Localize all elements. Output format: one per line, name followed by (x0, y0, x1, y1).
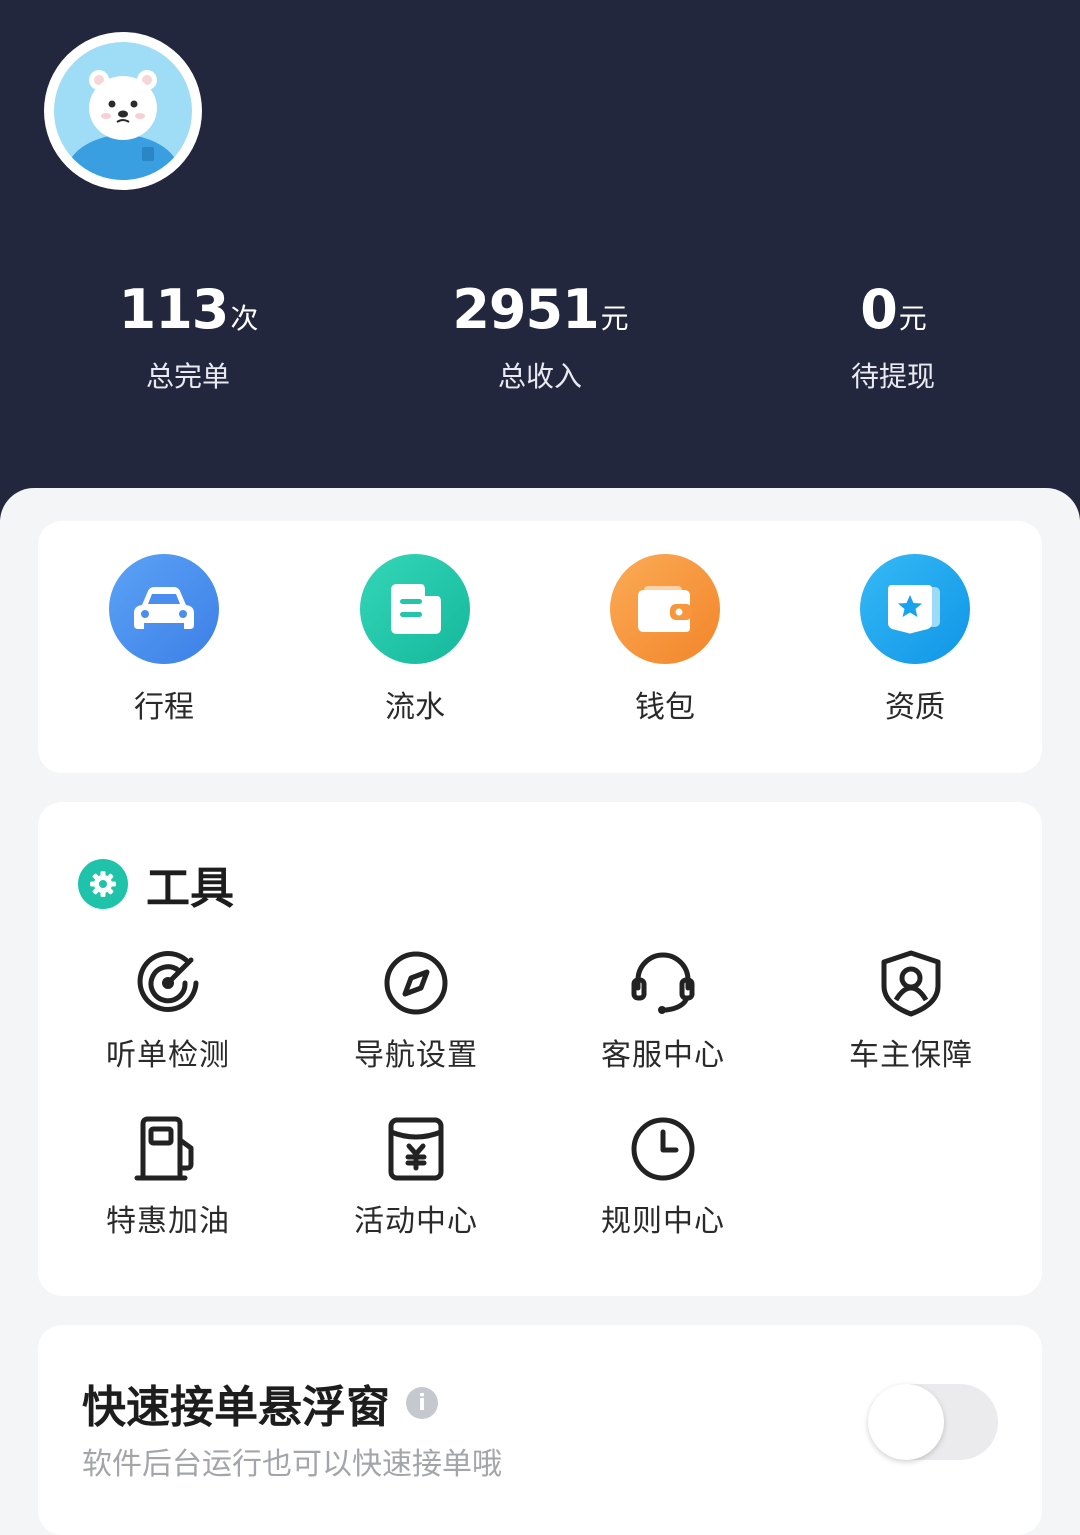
toggle-knob (868, 1384, 944, 1460)
tool-rules-center[interactable]: 规则中心 (553, 1114, 773, 1242)
floating-window-card: 快速接单悬浮窗 i 软件后台运行也可以快速接单哦 (38, 1325, 1042, 1535)
tool-label: 规则中心 (601, 1204, 725, 1239)
floating-window-toggle[interactable] (868, 1384, 998, 1460)
floating-window-title: 快速接单悬浮窗 (82, 1382, 390, 1433)
stat-label: 总收入 (497, 360, 582, 393)
stat-pending-withdrawal[interactable]: 0元 待提现 (743, 278, 1043, 397)
quick-action-label: 行程 (134, 690, 194, 725)
fuel-pump-icon (133, 1114, 203, 1184)
quick-action-wallet[interactable]: 钱包 (565, 554, 765, 728)
car-icon (109, 554, 219, 664)
bear-avatar-icon (54, 42, 192, 180)
quick-action-trips[interactable]: 行程 (64, 554, 264, 728)
stat-unit: 元 (898, 302, 927, 335)
tools-header: 工具 (78, 852, 234, 916)
stat-value: 0元 (860, 278, 927, 341)
tool-navigation-settings[interactable]: 导航设置 (306, 948, 526, 1076)
info-icon[interactable]: i (406, 1387, 438, 1419)
quick-action-label: 流水 (385, 690, 445, 725)
tool-label: 车主保障 (849, 1038, 973, 1073)
tool-label: 听单检测 (106, 1038, 230, 1073)
stat-label: 总完单 (145, 360, 230, 393)
stat-value: 113次 (118, 278, 259, 341)
tool-label: 导航设置 (354, 1038, 478, 1073)
floating-window-subtitle: 软件后台运行也可以快速接单哦 (82, 1447, 502, 1482)
tools-card: 工具 听单检测 导航设置 客服中心 车主保障 特惠加油 活动中心 规则中心 (38, 802, 1042, 1296)
tool-label: 特惠加油 (106, 1204, 230, 1239)
wallet-icon (610, 554, 720, 664)
document-icon (360, 554, 470, 664)
headset-icon (628, 948, 698, 1018)
stat-unit: 次 (230, 302, 258, 335)
stat-unit: 元 (600, 302, 629, 335)
stat-label: 待提现 (850, 360, 935, 393)
tool-customer-service[interactable]: 客服中心 (553, 948, 773, 1076)
clock-icon (628, 1114, 698, 1184)
tools-title: 工具 (146, 863, 234, 914)
quick-action-label: 资质 (885, 690, 945, 725)
avatar[interactable] (44, 32, 202, 190)
radar-icon (133, 948, 203, 1018)
tool-order-listening-check[interactable]: 听单检测 (58, 948, 278, 1076)
profile-header: 113次 总完单 2951元 总收入 0元 待提现 (0, 0, 1080, 520)
quick-action-flow[interactable]: 流水 (315, 554, 515, 728)
compass-icon (381, 948, 451, 1018)
quick-actions-card: 行程 流水 钱包 资质 (38, 521, 1042, 773)
stat-completed-orders[interactable]: 113次 总完单 (38, 278, 338, 397)
tool-event-center[interactable]: 活动中心 (306, 1114, 526, 1242)
tool-label: 活动中心 (354, 1204, 478, 1239)
tool-label: 客服中心 (601, 1038, 725, 1073)
event-calendar-icon (381, 1114, 451, 1184)
floating-window-title-row: 快速接单悬浮窗 i (82, 1371, 438, 1435)
gear-icon (78, 859, 128, 909)
quick-action-qualification[interactable]: 资质 (815, 554, 1015, 728)
stat-total-income[interactable]: 2951元 总收入 (390, 278, 690, 397)
stat-value: 2951元 (452, 278, 629, 341)
tool-discount-fuel[interactable]: 特惠加油 (58, 1114, 278, 1242)
stats-row: 113次 总完单 2951元 总收入 0元 待提现 (0, 278, 1080, 398)
shield-user-icon (876, 948, 946, 1018)
quick-action-label: 钱包 (635, 690, 695, 725)
tool-owner-protection[interactable]: 车主保障 (801, 948, 1021, 1076)
star-badge-icon (860, 554, 970, 664)
